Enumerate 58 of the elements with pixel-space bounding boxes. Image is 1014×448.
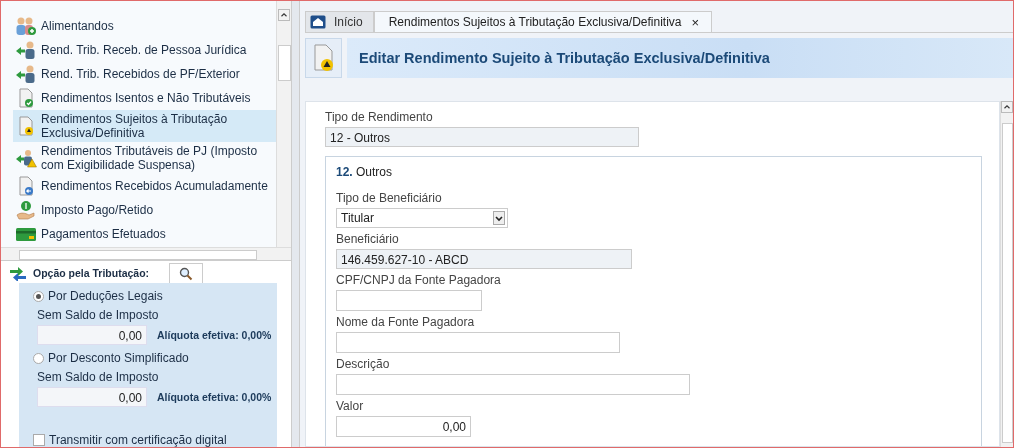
- home-icon: [310, 15, 326, 29]
- input-field[interactable]: [336, 332, 620, 353]
- field-label: CPF/CNPJ da Fonte Pagadora: [336, 273, 502, 287]
- effective-rate: Alíquota efetiva: 0,00%: [157, 391, 272, 403]
- scroll-thumb[interactable]: [277, 45, 291, 81]
- swap-arrows-icon: [9, 265, 27, 281]
- page-title: Editar Rendimento Sujeito à Tributação Exclusiva/Definitiva: [359, 50, 770, 66]
- field-label: Tipo de Rendimento: [325, 110, 434, 124]
- sidebar-item[interactable]: Rendimentos Isentos e Não Tributáveis: [13, 86, 276, 110]
- field-label: Beneficiário: [336, 232, 400, 246]
- input-field[interactable]: [336, 290, 482, 311]
- arrow-person-icon: [15, 40, 37, 60]
- readonly-field: 146.459.627-10 - ABCD: [336, 249, 632, 269]
- amount-field[interactable]: 0,00: [336, 416, 471, 437]
- radio-label: Por Desconto Simplificado: [48, 351, 189, 365]
- section-title: 12. Outros: [336, 165, 394, 179]
- search-button[interactable]: [169, 263, 204, 283]
- effective-rate: Alíquota efetiva: 0,00%: [157, 329, 272, 341]
- radio-button[interactable]: [33, 290, 44, 302]
- sidebar-item[interactable]: Imposto Pago/Retido: [13, 198, 276, 222]
- radio-button[interactable]: [33, 352, 44, 364]
- sidebar-item[interactable]: Rend. Trib. Receb. de Pessoa Jurídica: [13, 38, 276, 62]
- checkbox-label: Transmitir com certificação digital: [49, 433, 227, 447]
- amount-field: 0,00: [37, 325, 147, 345]
- vertical-scrollbar[interactable]: [276, 1, 291, 247]
- field-label: Descrição: [336, 357, 391, 371]
- close-button[interactable]: ×: [689, 14, 702, 30]
- scroll-up-icon[interactable]: [1001, 101, 1013, 113]
- tab[interactable]: Rendimentos Sujeitos à Tributação Exclusiva/Definitiva ×: [373, 11, 713, 32]
- sidebar-item[interactable]: Rend. Trib. Recebidos de PF/Exterior: [13, 62, 276, 86]
- input-field[interactable]: [336, 374, 690, 395]
- scroll-thumb[interactable]: [19, 250, 257, 260]
- field-label: Tipo de Beneficiário: [336, 191, 443, 205]
- sidebar-item[interactable]: Rendimentos Tributáveis de PJ (Imposto com Exigibilidade Suspensa): [13, 142, 276, 174]
- checkbox[interactable]: [33, 434, 45, 446]
- scroll-up-icon[interactable]: [278, 9, 290, 21]
- sidebar-item[interactable]: Alimentandos: [13, 14, 276, 38]
- dropdown-caret-icon: [493, 211, 505, 225]
- search-icon: [179, 266, 194, 281]
- sidebar-item[interactable]: Rendimentos Sujeitos à Tributação Exclusiva/Definitiva: [13, 110, 276, 142]
- amount-field: 0,00: [37, 387, 147, 407]
- field-label: Valor: [336, 399, 365, 413]
- horizontal-scrollbar[interactable]: [1, 247, 291, 260]
- sidebar-item[interactable]: Rendimentos Recebidos Acumuladamente: [13, 174, 276, 198]
- field-label: Nome da Fonte Pagadora: [336, 315, 476, 329]
- balance-label: Sem Saldo de Imposto: [37, 370, 160, 384]
- income-type-field: 12 - Outros: [325, 127, 639, 147]
- section-title: Opção pela Tributação:: [33, 267, 150, 279]
- arrow-person-warning-icon: [15, 148, 37, 168]
- coin-hand-icon: [15, 200, 37, 220]
- people-icon: [15, 16, 37, 36]
- tab[interactable]: Início: [305, 11, 374, 32]
- balance-label: Sem Saldo de Imposto: [37, 308, 160, 322]
- select-field[interactable]: Titular: [336, 208, 508, 228]
- sidebar-item[interactable]: Pagamentos Efetuados: [13, 222, 276, 246]
- radio-label: Por Deduções Legais: [48, 289, 163, 303]
- arrow-person-icon: [15, 64, 37, 84]
- document-warning-icon: [311, 44, 336, 72]
